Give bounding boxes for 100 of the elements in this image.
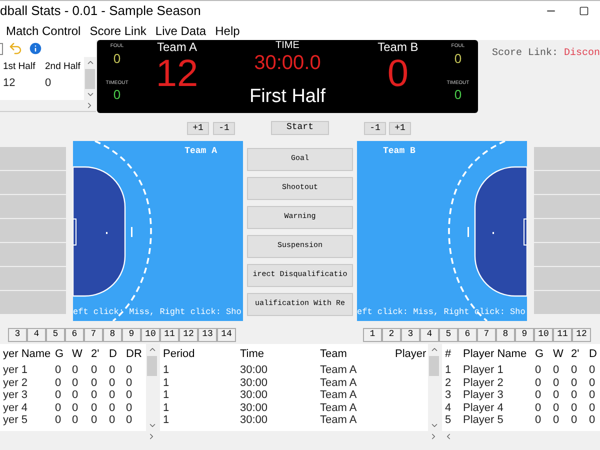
- player-tab[interactable]: 8: [496, 328, 515, 342]
- vertical-scrollbar[interactable]: [146, 344, 158, 431]
- player-tab[interactable]: 4: [27, 328, 46, 342]
- scroll-left-icon[interactable]: [444, 432, 453, 441]
- player-tab[interactable]: 4: [420, 328, 439, 342]
- table-cell: 0: [72, 402, 78, 414]
- player-slot[interactable]: [534, 291, 600, 314]
- table-cell: Team A: [320, 376, 357, 389]
- player-slot[interactable]: [0, 267, 66, 290]
- player-tab[interactable]: 7: [477, 328, 496, 342]
- table-cell: 0: [535, 414, 542, 426]
- scroll-up-icon[interactable]: [430, 345, 438, 354]
- player-slot[interactable]: [534, 243, 600, 266]
- column-header: 1st Half: [2, 60, 36, 74]
- vertical-scrollbar[interactable]: [428, 344, 440, 431]
- player-tab[interactable]: 8: [103, 328, 122, 342]
- scroll-right-icon[interactable]: [147, 432, 156, 441]
- table-cell: 0: [553, 376, 560, 389]
- player-slot[interactable]: [0, 171, 66, 194]
- horizontal-scrollbar[interactable]: [0, 100, 96, 111]
- scroll-thumb[interactable]: [429, 356, 439, 376]
- player-tab[interactable]: 1: [363, 328, 382, 342]
- menu-item[interactable]: Help: [215, 22, 240, 40]
- table-cell: 0: [571, 376, 578, 389]
- table-cell: 0: [91, 376, 98, 389]
- table-cell: 0: [55, 376, 62, 389]
- court-drawing[interactable]: [73, 141, 243, 321]
- player-slot[interactable]: [534, 147, 600, 170]
- table-cell: yer 2: [3, 376, 28, 389]
- table-cell: 0: [55, 402, 62, 414]
- table-cell: 30:00: [240, 389, 268, 402]
- menu-item[interactable]: Score Link: [90, 22, 146, 40]
- scroll-down-icon[interactable]: [86, 90, 94, 99]
- player-tab[interactable]: 7: [84, 328, 103, 342]
- table-cell: 0: [72, 389, 78, 402]
- period-label: First Half: [249, 86, 326, 108]
- table-cell: 0: [553, 414, 560, 426]
- adjust-button[interactable]: +1: [389, 122, 411, 134]
- player-slot[interactable]: [0, 195, 66, 218]
- player-tab[interactable]: 10: [141, 328, 160, 342]
- table-cell: 0: [109, 402, 116, 414]
- player-slot[interactable]: [0, 219, 66, 242]
- start-button[interactable]: Start: [271, 121, 329, 135]
- player-slot[interactable]: [0, 243, 66, 266]
- scroll-thumb[interactable]: [85, 69, 95, 89]
- menu-item[interactable]: Live Data: [155, 22, 206, 40]
- player-tab[interactable]: 11: [553, 328, 572, 342]
- table-cell: 0: [589, 414, 596, 426]
- player-tab[interactable]: 12: [179, 328, 198, 342]
- player-tab[interactable]: 2: [382, 328, 401, 342]
- table-cell: 3: [445, 389, 452, 402]
- player-tab[interactable]: 5: [439, 328, 458, 342]
- menu-item[interactable]: Match Control: [6, 22, 81, 40]
- scroll-up-icon[interactable]: [148, 345, 156, 354]
- player-slot[interactable]: [534, 219, 600, 242]
- column-header: W: [552, 346, 564, 362]
- player-slot[interactable]: [534, 195, 600, 218]
- court-drawing[interactable]: [357, 141, 527, 321]
- player-tab[interactable]: 9: [122, 328, 141, 342]
- scroll-right-icon[interactable]: [429, 432, 438, 441]
- player-tab[interactable]: 11: [160, 328, 179, 342]
- adjust-button[interactable]: -1: [364, 122, 386, 134]
- table-cell: 0: [571, 402, 578, 414]
- scroll-down-icon[interactable]: [148, 421, 156, 430]
- vertical-scrollbar[interactable]: [84, 57, 96, 100]
- column-header: yer Name: [2, 346, 52, 362]
- player-tab[interactable]: 6: [65, 328, 84, 342]
- table-cell: 0: [109, 389, 116, 402]
- player-tab[interactable]: 13: [198, 328, 217, 342]
- player-tab[interactable]: 6: [458, 328, 477, 342]
- player-tab[interactable]: 3: [8, 328, 27, 342]
- column-header: 2': [570, 346, 580, 362]
- player-tab[interactable]: 10: [534, 328, 553, 342]
- table-cell: 0: [589, 389, 596, 402]
- player-tab[interactable]: 9: [515, 328, 534, 342]
- column-header: DR: [125, 346, 143, 362]
- player-slot[interactable]: [534, 267, 600, 290]
- player-slot[interactable]: [0, 147, 66, 170]
- scroll-thumb[interactable]: [147, 356, 157, 376]
- scroll-right-icon[interactable]: [85, 101, 94, 110]
- adjust-button[interactable]: +1: [187, 122, 209, 134]
- player-tab[interactable]: 5: [46, 328, 65, 342]
- info-icon[interactable]: [28, 41, 43, 56]
- player-tab[interactable]: 12: [572, 328, 591, 342]
- column-header: D: [108, 346, 118, 362]
- adjust-button[interactable]: -1: [213, 122, 235, 134]
- undo-icon[interactable]: [8, 41, 23, 56]
- table-cell: 0: [589, 376, 596, 389]
- scroll-down-icon[interactable]: [430, 421, 438, 430]
- table-cell: 0: [91, 414, 98, 426]
- scroll-up-icon[interactable]: [86, 58, 94, 67]
- maximize-icon[interactable]: [579, 6, 589, 16]
- player-tab[interactable]: 3: [401, 328, 420, 342]
- player-slot[interactable]: [0, 291, 66, 314]
- table-cell: 0: [91, 402, 98, 414]
- table-cell: Team A: [320, 364, 357, 376]
- player-slot[interactable]: [534, 171, 600, 194]
- column-header: D: [588, 346, 598, 362]
- table-cell: 1: [163, 402, 170, 414]
- player-tab[interactable]: 14: [217, 328, 236, 342]
